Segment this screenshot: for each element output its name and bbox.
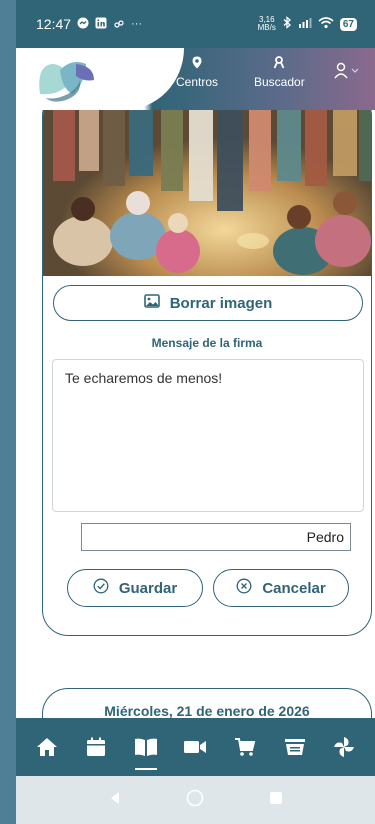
app-logo[interactable] [32, 54, 102, 104]
home-icon[interactable] [30, 730, 64, 764]
home-button-icon[interactable] [186, 789, 204, 812]
status-bar: 12:47 ··· 3,16 MB/s 67 [16, 0, 375, 48]
delete-image-button[interactable]: Borrar imagen [53, 285, 363, 321]
system-navigation-bar [16, 776, 375, 824]
phone-screen: 12:47 ··· 3,16 MB/s 67 Centros Buscador … [16, 0, 375, 824]
calendar-icon[interactable] [79, 730, 113, 764]
date-card[interactable]: Miércoles, 21 de enero de 2026 [42, 688, 372, 718]
uploaded-image [43, 110, 371, 276]
more-notifications: ··· [131, 18, 143, 30]
bottom-navigation [16, 718, 375, 776]
nav-buscador-label: Buscador [254, 75, 305, 89]
messenger-icon [77, 16, 89, 32]
pinwheel-icon[interactable] [327, 730, 361, 764]
signature-message-textarea[interactable]: Te echaremos de menos! [52, 359, 364, 512]
nav-centros[interactable]: Centros [176, 56, 218, 89]
nav-buscador[interactable]: Buscador [254, 56, 305, 89]
signature-card: Borrar imagen Mensaje de la firma Te ech… [42, 110, 372, 636]
recents-icon[interactable] [269, 791, 283, 810]
save-button[interactable]: Guardar [67, 569, 203, 607]
signature-message-label: Mensaje de la firma [151, 336, 263, 350]
main-content: Borrar imagen Mensaje de la firma Te ech… [16, 110, 375, 718]
user-menu[interactable] [334, 62, 362, 83]
status-time: 12:47 [36, 16, 72, 32]
delete-image-label: Borrar imagen [169, 294, 273, 312]
nav-centros-label: Centros [176, 75, 219, 89]
check-circle-icon [93, 578, 109, 598]
save-label: Guardar [118, 579, 178, 597]
back-icon[interactable] [109, 791, 121, 810]
date-text: Miércoles, 21 de enero de 2026 [104, 703, 310, 718]
signer-name-input[interactable] [81, 523, 351, 551]
video-icon[interactable] [178, 730, 212, 764]
ribbon-icon [273, 56, 285, 72]
location-pin-icon [192, 56, 202, 72]
list-icon[interactable] [278, 730, 312, 764]
link-icon [113, 16, 125, 32]
header-curve [124, 48, 184, 110]
cancel-button[interactable]: Cancelar [213, 569, 349, 607]
book-icon[interactable] [129, 730, 163, 770]
battery-indicator: 67 [339, 17, 357, 31]
bluetooth-icon [282, 16, 292, 32]
app-header: Centros Buscador [16, 48, 375, 110]
image-icon [143, 294, 160, 312]
linkedin-icon [95, 16, 107, 32]
cancel-label: Cancelar [262, 579, 326, 597]
wifi-icon [318, 16, 334, 32]
x-circle-icon [236, 578, 252, 598]
cart-icon[interactable] [228, 730, 262, 764]
network-speed: 3,16 MB/s [257, 15, 276, 32]
signal-icon [298, 17, 312, 31]
user-icon [334, 62, 362, 83]
